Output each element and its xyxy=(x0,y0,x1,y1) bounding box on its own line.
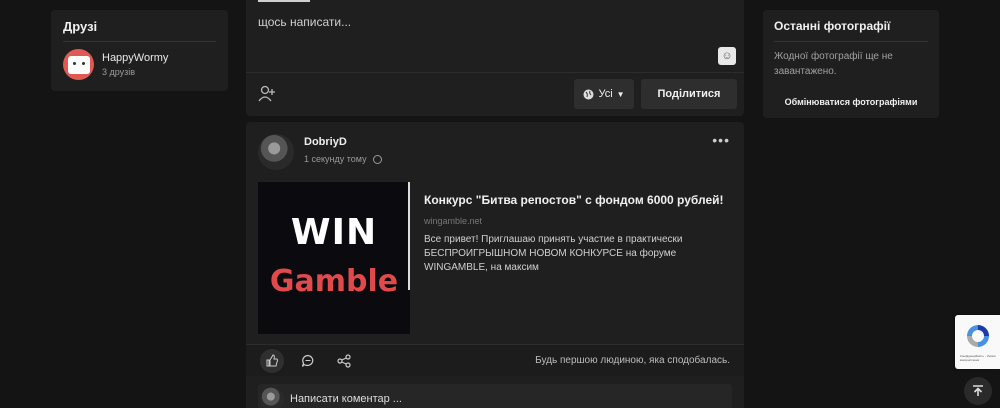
arrow-up-icon xyxy=(973,385,983,396)
chevron-down-icon: ▼ xyxy=(616,89,625,99)
link-domain: wingamble.net xyxy=(424,216,483,226)
globe-icon xyxy=(372,154,382,164)
scroll-top-button[interactable] xyxy=(964,377,992,405)
audience-label: Усі xyxy=(598,88,613,100)
avatar xyxy=(260,387,284,408)
recaptcha-icon xyxy=(967,325,989,347)
comment-box[interactable]: Написати коментар ... xyxy=(258,384,732,408)
link-preview-image[interactable]: WIN Gamble xyxy=(258,182,410,334)
likes-summary: Будь першою людиною, яка сподобалась. xyxy=(535,355,730,366)
recaptcha-terms[interactable]: Конфіденційність - Умови використання xyxy=(960,354,1000,362)
post-actions: Будь першою людиною, яка сподобалась. xyxy=(246,344,744,376)
comment-button[interactable] xyxy=(296,349,320,373)
exchange-photos-link[interactable]: Обмінюватися фотографіями xyxy=(763,97,939,107)
photos-empty-text: Жодної фотографії ще не завантажено. xyxy=(774,51,893,77)
link-description: Все привет! Приглашаю принять участие в … xyxy=(424,234,683,273)
like-button[interactable] xyxy=(260,349,284,373)
friend-name[interactable]: HappyWormy xyxy=(102,52,168,64)
audience-select[interactable]: Усі ▼ xyxy=(574,79,634,109)
comment-input[interactable]: Написати коментар ... xyxy=(290,393,402,405)
globe-icon xyxy=(583,89,594,99)
post-time[interactable]: 1 секунду тому xyxy=(304,154,367,164)
thumbs-up-icon xyxy=(266,354,278,367)
active-tab-indicator xyxy=(258,0,310,2)
friends-card: Друзі HappyWormy 3 друзів xyxy=(51,10,228,91)
emoji-icon[interactable]: ☺ xyxy=(718,47,736,65)
friend-item[interactable]: HappyWormy 3 друзів xyxy=(51,42,228,87)
post-input[interactable]: щось написати... xyxy=(258,15,351,29)
recent-photos-card: Останні фотографії Жодної фотографії ще … xyxy=(763,10,939,118)
share-post-button[interactable] xyxy=(332,349,356,373)
comment-icon xyxy=(301,354,314,367)
friend-count: 3 друзів xyxy=(102,67,136,77)
image-text-win: WIN xyxy=(290,212,378,253)
divider xyxy=(408,182,410,290)
image-text-gamble: Gamble xyxy=(269,264,399,299)
post-header: DobriyD 1 секунду тому xyxy=(258,134,382,170)
share-icon xyxy=(337,354,351,368)
author-name[interactable]: DobriyD xyxy=(304,136,382,148)
add-friend-icon[interactable] xyxy=(258,85,276,103)
recaptcha-badge[interactable]: Конфіденційність - Умови використання xyxy=(955,315,1000,369)
link-preview[interactable]: WIN Gamble Конкурс "Битва репостов" с фо… xyxy=(258,182,732,334)
share-button[interactable]: Поділитися xyxy=(641,79,737,109)
photos-title: Останні фотографії xyxy=(774,19,891,33)
friends-title: Друзі xyxy=(63,19,98,34)
avatar[interactable] xyxy=(258,134,294,170)
composer-toolbar: Усі ▼ Поділитися xyxy=(246,72,744,116)
avatar[interactable] xyxy=(63,49,94,80)
more-options-icon[interactable]: ••• xyxy=(712,132,730,148)
post-card: DobriyD 1 секунду тому ••• WIN Gamble Ко… xyxy=(246,122,744,408)
post-composer: щось написати... ☺ Усі ▼ Поділитися xyxy=(246,0,744,116)
link-title[interactable]: Конкурс "Битва репостов" с фондом 6000 р… xyxy=(424,192,724,209)
